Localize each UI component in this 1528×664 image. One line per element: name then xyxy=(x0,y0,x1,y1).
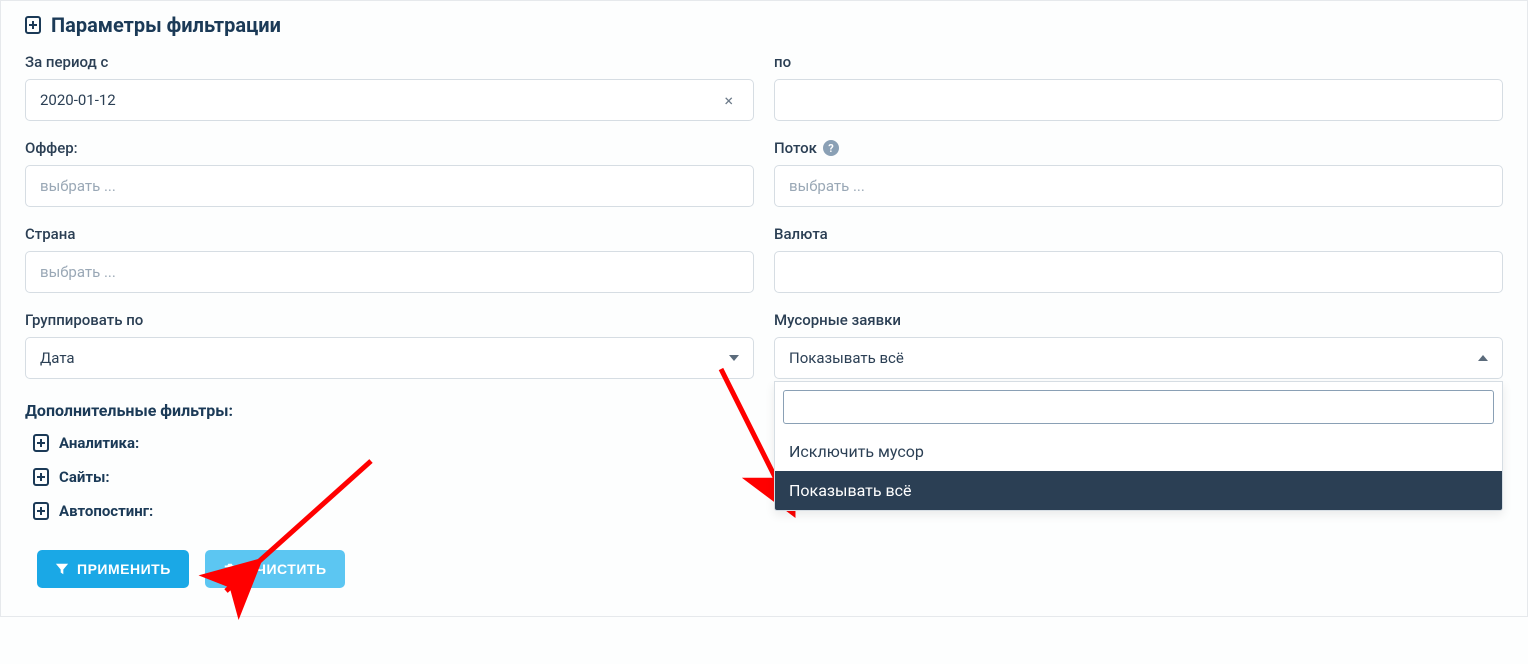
panel-title-row: Параметры фильтрации xyxy=(25,13,1503,37)
value-period-from: 2020-01-12 xyxy=(40,91,116,109)
help-icon[interactable]: ? xyxy=(823,140,839,156)
placeholder-offer: выбрать ... xyxy=(40,177,116,195)
input-period-from[interactable]: 2020-01-12 × xyxy=(25,79,754,121)
extra-filter-autoposting[interactable]: Автопостинг: xyxy=(33,502,749,520)
value-currency[interactable] xyxy=(789,252,1488,292)
input-period-to[interactable] xyxy=(774,79,1503,121)
value-group-by: Дата xyxy=(40,349,75,367)
clear-icon[interactable]: × xyxy=(718,91,739,110)
extra-filters-header: Дополнительные фильтры: xyxy=(25,401,749,420)
field-period-to: по xyxy=(774,53,1503,121)
extra-filter-label: Автопостинг: xyxy=(59,502,153,520)
action-row: Применить Очистить xyxy=(25,550,749,588)
select-offer[interactable]: выбрать ... xyxy=(25,165,754,207)
filter-panel: Параметры фильтрации За период с 2020-01… xyxy=(0,0,1528,617)
field-flow: Поток ? выбрать ... xyxy=(774,139,1503,207)
label-flow: Поток xyxy=(774,139,817,157)
trash-option-show-all[interactable]: Показывать всё xyxy=(775,471,1502,510)
chevron-up-icon xyxy=(1478,355,1488,361)
field-group-by: Группировать по Дата xyxy=(25,311,754,379)
field-currency: Валюта xyxy=(774,225,1503,293)
field-country: Страна выбрать ... xyxy=(25,225,754,293)
extra-filters-list: Аналитика: Сайты: Автопостинг: xyxy=(25,434,749,520)
field-offer: Оффер: выбрать ... xyxy=(25,139,754,207)
expand-icon[interactable] xyxy=(25,17,41,33)
placeholder-flow: выбрать ... xyxy=(789,177,865,195)
label-offer: Оффер: xyxy=(25,139,754,157)
label-currency: Валюта xyxy=(774,225,1503,243)
trash-dropdown-search-wrap xyxy=(775,382,1502,432)
extra-filter-label: Аналитика: xyxy=(59,434,139,452)
label-country: Страна xyxy=(25,225,754,243)
filter-icon xyxy=(55,562,69,576)
placeholder-country: выбрать ... xyxy=(40,263,116,281)
extra-filter-analytics[interactable]: Аналитика: xyxy=(33,434,749,452)
chevron-down-icon xyxy=(729,355,739,361)
trash-dropdown-search-input[interactable] xyxy=(783,390,1494,424)
field-period-from: За период с 2020-01-12 × xyxy=(25,53,754,121)
select-trash[interactable]: Показывать всё xyxy=(774,337,1503,379)
form-grid: За период с 2020-01-12 × по Оффер: выбра… xyxy=(25,53,1503,379)
select-group-by[interactable]: Дата xyxy=(25,337,754,379)
expand-icon xyxy=(33,469,49,485)
apply-button-label: Применить xyxy=(77,561,171,577)
panel-title: Параметры фильтрации xyxy=(51,13,281,37)
input-currency[interactable] xyxy=(774,251,1503,293)
trash-option-exclude[interactable]: Исключить мусор xyxy=(775,432,1502,471)
value-trash: Показывать всё xyxy=(789,349,904,367)
clear-button[interactable]: Очистить xyxy=(205,550,345,588)
value-period-to[interactable] xyxy=(789,80,1488,120)
apply-button[interactable]: Применить xyxy=(37,550,189,588)
label-period-from: За период с xyxy=(25,53,754,71)
extra-filter-sites[interactable]: Сайты: xyxy=(33,468,749,486)
clear-button-label: Очистить xyxy=(245,561,327,577)
label-period-to: по xyxy=(774,53,1503,71)
extra-filter-label: Сайты: xyxy=(59,468,110,486)
select-flow[interactable]: выбрать ... xyxy=(774,165,1503,207)
expand-icon xyxy=(33,503,49,519)
label-group-by: Группировать по xyxy=(25,311,754,329)
expand-icon xyxy=(33,435,49,451)
trash-dropdown-panel: Исключить мусор Показывать всё xyxy=(774,381,1503,511)
label-trash: Мусорные заявки xyxy=(774,311,1503,329)
select-country[interactable]: выбрать ... xyxy=(25,251,754,293)
field-trash: Мусорные заявки Показывать всё Исключить… xyxy=(774,311,1503,379)
trash-icon xyxy=(223,562,237,576)
